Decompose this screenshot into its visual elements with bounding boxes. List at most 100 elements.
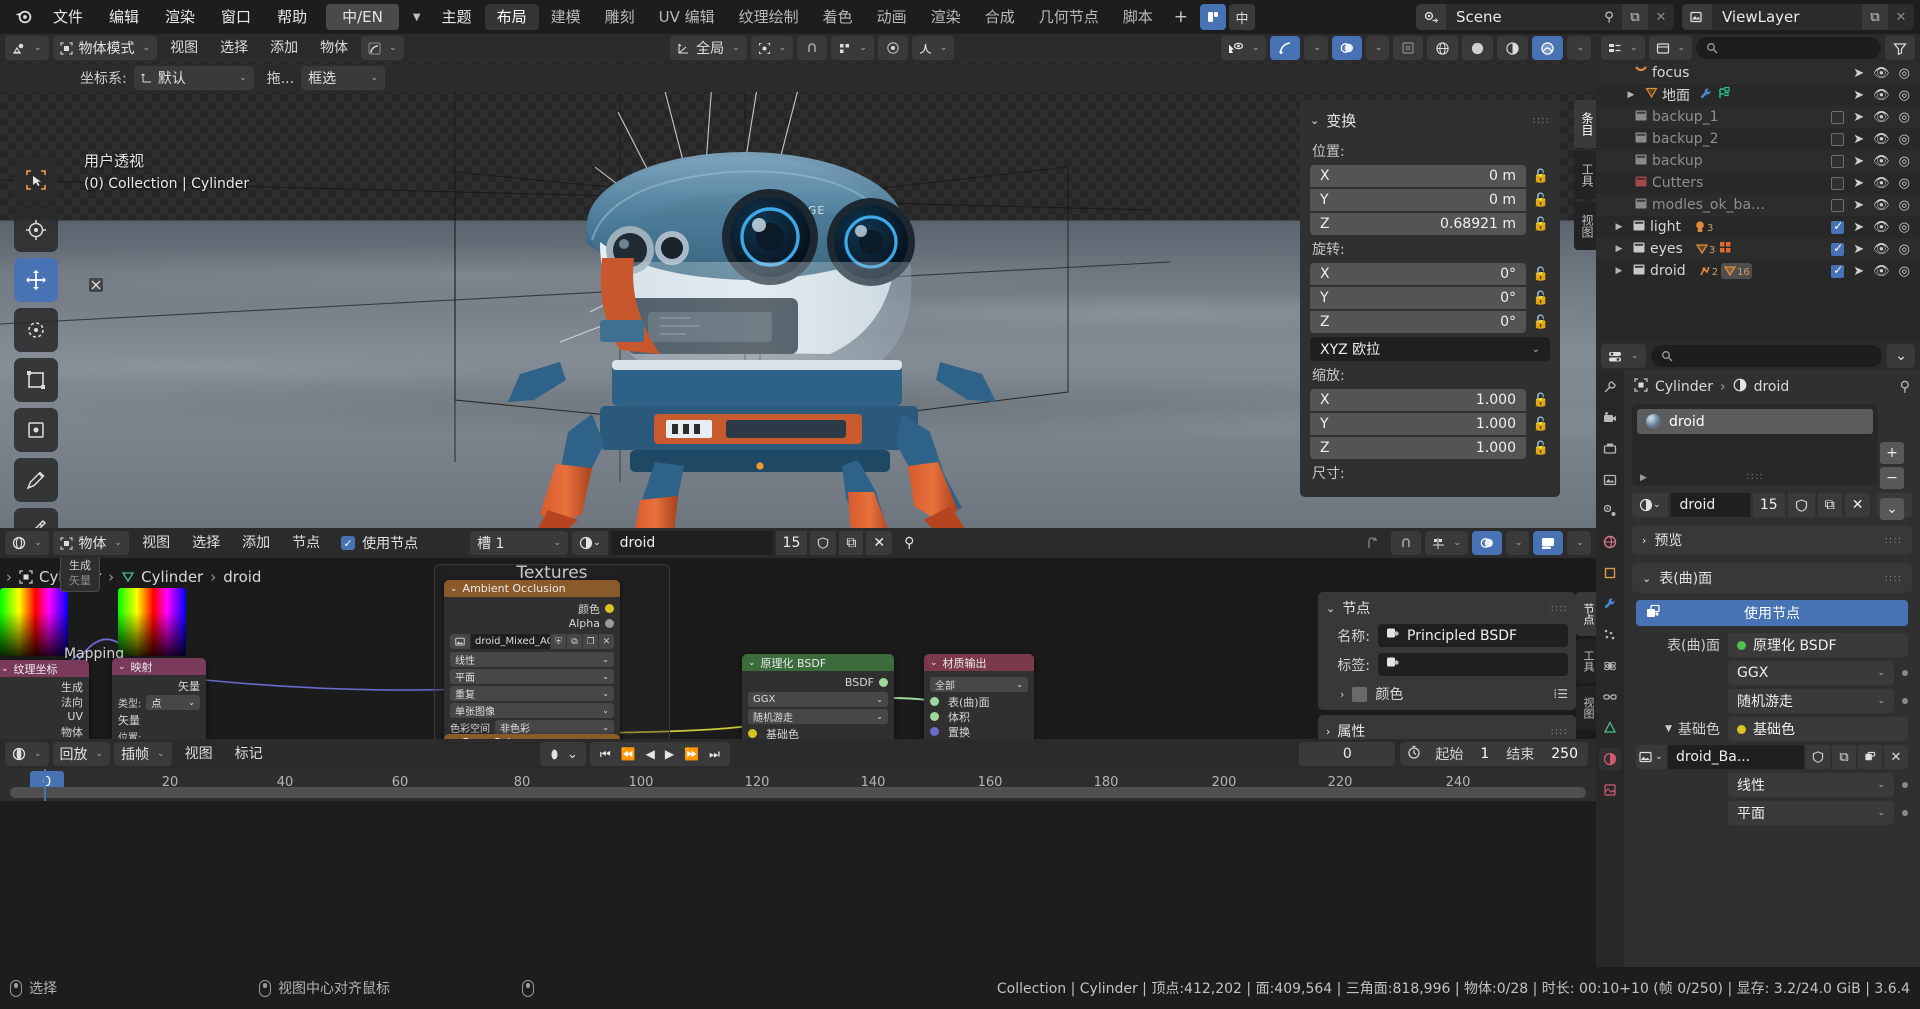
node-target[interactable]: 全部 ⌄ — [930, 677, 1028, 692]
unlink-texture-icon[interactable]: ✕ — [1884, 745, 1908, 769]
add-material-slot-button[interactable]: + — [1880, 442, 1904, 464]
outliner-filter-icon[interactable] — [1885, 36, 1915, 60]
shader-tab-view[interactable]: 视图 — [1576, 686, 1596, 730]
modifier-icon[interactable] — [1718, 86, 1731, 104]
tab-texture[interactable] — [1599, 779, 1621, 801]
collection-checkbox[interactable] — [1831, 219, 1845, 234]
projection-selector[interactable]: 平面 ⌄ — [1728, 801, 1894, 825]
language-badge-icon[interactable]: 中 — [1228, 4, 1255, 30]
shader-type-selector[interactable]: 物体 ⌄ — [52, 531, 130, 555]
expand-arrow-icon[interactable]: ▶ — [1610, 222, 1628, 232]
timeline-menu-keying[interactable]: 插帧 ⌄ — [114, 742, 172, 766]
transform-orientation-selector[interactable]: 全局 ⌄ — [670, 36, 747, 60]
shading-rendered-icon[interactable] — [1532, 36, 1564, 60]
image-icon[interactable] — [450, 634, 470, 649]
menu-file[interactable]: 文件 — [40, 4, 96, 30]
camera-icon[interactable]: ◎ — [1899, 242, 1910, 257]
viewport-tab-view[interactable]: 视图 — [1574, 202, 1596, 250]
eye-icon[interactable]: 👁 — [1873, 154, 1890, 169]
workspace-tab-layout[interactable]: 布局 — [484, 4, 539, 30]
snap-node-dropdown[interactable]: ⌄ — [1425, 531, 1468, 555]
new-viewlayer-icon[interactable]: ⧉ — [1862, 4, 1888, 30]
workspace-tab-modeling[interactable]: 建模 — [539, 4, 593, 30]
lock-icon[interactable]: 🔓 — [1532, 393, 1550, 408]
collection-checkbox[interactable] — [1831, 176, 1845, 190]
node-material-output[interactable]: ⌄ 材质输出 全部 ⌄ 表(曲)面 体积 置换 — [924, 654, 1034, 739]
node-output-generated[interactable]: 生成 — [1, 679, 83, 694]
workspace-tab-animation[interactable]: 动画 — [865, 4, 919, 30]
node-output-object[interactable]: 物体 — [1, 724, 83, 739]
shader-tab-node[interactable]: 节点 — [1576, 592, 1596, 636]
collection-checkbox[interactable] — [1831, 132, 1845, 146]
next-keyframe-button[interactable]: ⏩ — [680, 747, 703, 761]
node-color-menu-icon[interactable]: ⁞☰ — [1553, 687, 1568, 701]
collection-checkbox[interactable] — [1831, 263, 1845, 278]
workspace-tab-rendering[interactable]: 渲染 — [919, 4, 973, 30]
gizmo-options-dropdown[interactable]: ⌄ — [1304, 36, 1328, 60]
tab-modifiers[interactable] — [1599, 593, 1621, 615]
animate-dot-icon[interactable] — [1902, 810, 1908, 816]
cursor-arrow-icon[interactable]: ➤ — [1853, 242, 1864, 257]
cursor-arrow-icon[interactable]: ➤ — [1853, 264, 1864, 279]
node-header[interactable]: ⌄ 映射 — [112, 658, 206, 675]
material-slot-list[interactable]: droid ▶ :::: — [1632, 404, 1878, 486]
copy-material-icon[interactable]: ⧉ — [1817, 493, 1842, 517]
scale-x-field[interactable]: X 1.000 — [1310, 389, 1526, 411]
shader-menu-node[interactable]: 节点 — [283, 531, 329, 555]
blender-logo-icon[interactable] — [6, 4, 40, 30]
pin-icon[interactable]: ⚲ — [1596, 4, 1622, 30]
cursor-arrow-icon[interactable]: ➤ — [1853, 110, 1864, 125]
scale-z-field[interactable]: Z 1.000 — [1310, 437, 1526, 459]
lock-icon[interactable]: 🔓 — [1532, 291, 1550, 306]
prev-keyframe-button[interactable]: ⏪ — [617, 747, 640, 761]
breadcrumb-material[interactable]: droid — [1754, 379, 1790, 395]
lock-icon[interactable]: 🔓 — [1532, 193, 1550, 208]
new-scene-icon[interactable]: ⧉ — [1622, 4, 1648, 30]
properties-section-header[interactable]: › 属性 :::: — [1326, 721, 1568, 739]
node-header[interactable]: ⌄ Ambient Occlusion — [444, 580, 620, 597]
properties-search-input[interactable] — [1650, 345, 1883, 367]
location-z-field[interactable]: Z 0.68921 m — [1310, 213, 1526, 235]
shield-icon[interactable] — [1806, 745, 1830, 769]
animate-dot-icon[interactable] — [1902, 670, 1908, 676]
outliner-search-input[interactable] — [1696, 37, 1881, 59]
outliner-row-backup2[interactable]: backup_2 ➤ 👁 ◎ — [1596, 128, 1920, 150]
snap-options-dropdown[interactable]: ⌄ — [831, 36, 874, 60]
tool-annotate[interactable] — [14, 458, 58, 502]
node-mapping[interactable]: ⌄映射 矢量 类型: 点⌄ 矢量 位置: X0 m Y0 m Z0 m 旋转: — [112, 658, 206, 739]
shader-use-nodes-toggle[interactable]: ✓ 使用节点 — [333, 533, 426, 553]
viewport-tab-tool[interactable]: 工具 — [1574, 151, 1596, 199]
menu-render[interactable]: 渲染 — [152, 4, 208, 30]
outliner-row-ground[interactable]: ▶ 地面 ➤ 👁 ◎ — [1596, 84, 1920, 106]
timeline-editor-type[interactable]: ⌄ — [5, 742, 49, 766]
workspace-tab-shading[interactable]: 着色 — [811, 4, 865, 30]
collection-checkbox[interactable] — [1831, 110, 1845, 124]
tab-data[interactable] — [1599, 717, 1621, 739]
cursor-arrow-icon[interactable]: ➤ — [1853, 154, 1864, 169]
viewport-menu-view[interactable]: 视图 — [161, 36, 207, 60]
tool-transform[interactable] — [14, 408, 58, 452]
rotation-x-field[interactable]: X 0° — [1310, 263, 1526, 285]
node-extension[interactable]: 重复 ⌄ — [450, 686, 614, 701]
camera-icon[interactable]: ◎ — [1899, 66, 1910, 81]
collection-checkbox[interactable] — [1831, 198, 1845, 212]
material-slot-selector[interactable]: 槽 1 ⌄ — [470, 531, 569, 555]
properties-options-dropdown[interactable]: ⌄ — [1887, 344, 1915, 368]
snap-magnet-icon[interactable] — [1391, 531, 1422, 555]
lock-icon[interactable]: 🔓 — [1532, 315, 1550, 330]
wrench-icon[interactable] — [1699, 87, 1713, 104]
lock-icon[interactable]: 🔓 — [1532, 267, 1550, 282]
material-slot-item[interactable]: droid — [1637, 409, 1873, 434]
proportional-falloff-dropdown[interactable]: ⌄ — [911, 36, 955, 60]
node-distribution[interactable]: GGX ⌄ — [748, 692, 888, 707]
tool-select-box[interactable] — [14, 158, 58, 202]
eye-icon[interactable]: 👁 — [1873, 132, 1890, 147]
tool-move[interactable] — [14, 258, 58, 302]
node-texture-coordinate[interactable]: ⌄纹理坐标 生成 法向 UV 物体 摄像机 窗口 反射 — [0, 660, 89, 739]
language-toggle-button[interactable]: 中/EN — [326, 4, 399, 30]
outliner-row-light[interactable]: ▶ light 3 ➤ 👁 ◎ — [1596, 216, 1920, 238]
shading-solid-icon[interactable] — [1462, 36, 1494, 60]
copy-texture-icon[interactable]: ⧉ — [1832, 745, 1856, 769]
overlays-toggle-button[interactable] — [1331, 36, 1362, 60]
node-output-normal[interactable]: 法向 — [1, 694, 83, 709]
